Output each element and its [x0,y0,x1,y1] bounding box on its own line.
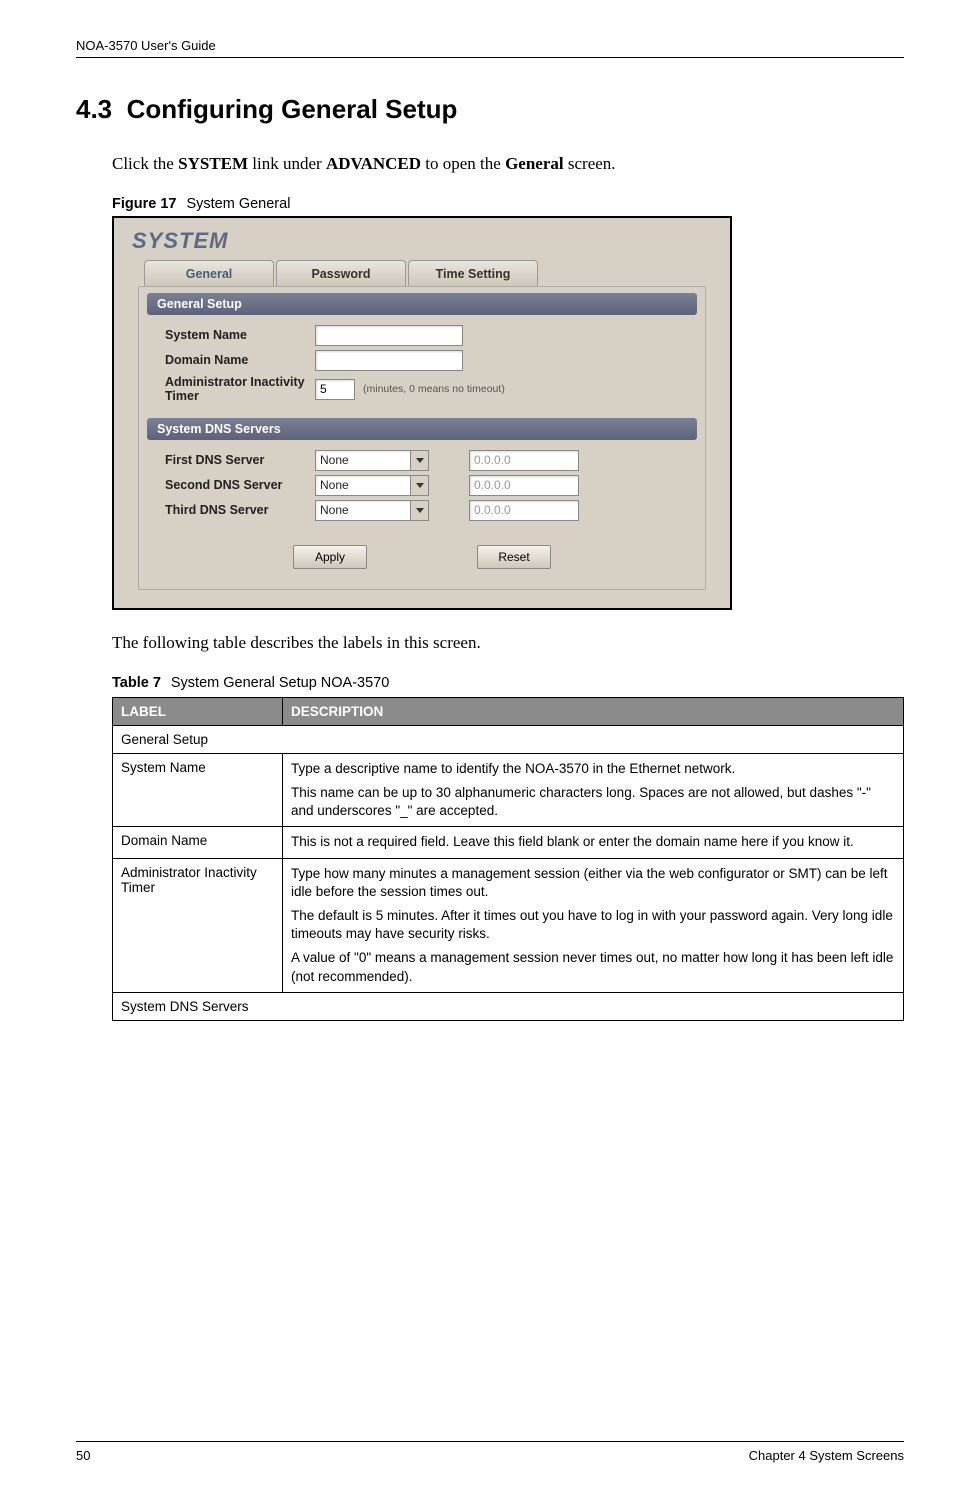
label-system-name: System Name [165,328,315,342]
reset-button[interactable]: Reset [477,545,551,569]
cell-label: Domain Name [113,827,283,858]
desc-text: This is not a required field. Leave this… [291,833,895,851]
second-dns-ip-input[interactable] [469,475,579,496]
label-domain-name: Domain Name [165,353,315,367]
intro-paragraph: Click the SYSTEM link under ADVANCED to … [112,153,904,176]
system-link-text: SYSTEM [178,154,248,173]
intro-text: screen. [564,154,616,173]
tab-time-setting[interactable]: Time Setting [408,260,538,286]
inactivity-timer-input[interactable] [315,379,355,400]
th-description: DESCRIPTION [283,697,904,725]
section-dns-servers: System DNS Servers [147,418,697,440]
section-general-setup: General Setup [147,293,697,315]
domain-name-input[interactable] [315,350,463,371]
inactivity-hint: (minutes, 0 means no timeout) [363,383,505,395]
third-dns-value: None [316,503,410,517]
table-label: Table 7 [112,675,161,691]
tab-content: General Setup System Name Domain Name Ad… [138,286,706,590]
th-label: LABEL [113,697,283,725]
table-row: Domain Name This is not a required field… [113,827,904,858]
chapter-title: Chapter 4 System Screens [749,1448,904,1463]
cell-desc: This is not a required field. Leave this… [283,827,904,858]
intro-text: link under [248,154,326,173]
desc-text: This name can be up to 30 alphanumeric c… [291,784,895,820]
intro-text: Click the [112,154,178,173]
desc-text: A value of "0" means a management sessio… [291,949,895,985]
table-title: System General Setup NOA-3570 [171,675,389,691]
table-caption: Table 7 System General Setup NOA-3570 [112,675,904,691]
table-row: Administrator Inactivity Timer Type how … [113,858,904,992]
page-number: 50 [76,1448,90,1463]
cell-desc: Type how many minutes a management sessi… [283,858,904,992]
chevron-down-icon [410,501,428,520]
general-text: General [505,154,564,173]
second-dns-value: None [316,478,410,492]
section-title: Configuring General Setup [127,94,458,124]
third-dns-select[interactable]: None [315,500,429,521]
tab-password[interactable]: Password [276,260,406,286]
chevron-down-icon [410,476,428,495]
label-third-dns: Third DNS Server [165,503,315,517]
table-intro-paragraph: The following table describes the labels… [112,632,904,655]
cell-label: System Name [113,753,283,827]
figure-label: Figure 17 [112,196,176,212]
cell-desc: Type a descriptive name to identify the … [283,753,904,827]
third-dns-ip-input[interactable] [469,500,579,521]
label-inactivity-timer: Administrator Inactivity Timer [165,375,315,404]
first-dns-value: None [316,453,410,467]
desc-text: Type how many minutes a management sessi… [291,865,895,901]
intro-text: to open the [421,154,505,173]
page-header: NOA-3570 User's Guide [76,38,904,58]
first-dns-ip-input[interactable] [469,450,579,471]
second-dns-select[interactable]: None [315,475,429,496]
desc-text: The default is 5 minutes. After it times… [291,907,895,943]
label-first-dns: First DNS Server [165,453,315,467]
section-heading: 4.3 Configuring General Setup [76,94,904,125]
system-name-input[interactable] [315,325,463,346]
desc-text: Type a descriptive name to identify the … [291,760,895,778]
row-general-setup: General Setup [113,725,904,753]
tab-general[interactable]: General [144,260,274,286]
page-footer: 50 Chapter 4 System Screens [76,1441,904,1463]
screenshot-system-general: SYSTEM General Password Time Setting Gen… [112,216,732,610]
row-dns-servers: System DNS Servers [113,992,904,1020]
cell-label: Administrator Inactivity Timer [113,858,283,992]
advanced-text: ADVANCED [326,154,421,173]
table-row: System Name Type a descriptive name to i… [113,753,904,827]
label-second-dns: Second DNS Server [165,478,315,492]
first-dns-select[interactable]: None [315,450,429,471]
screenshot-heading: SYSTEM [114,218,730,260]
figure-title: System General [186,196,290,212]
section-number: 4.3 [76,94,112,124]
apply-button[interactable]: Apply [293,545,367,569]
figure-caption: Figure 17 System General [112,196,904,212]
tab-strip: General Password Time Setting [144,260,706,286]
description-table: LABEL DESCRIPTION General Setup System N… [112,697,904,1021]
chevron-down-icon [410,451,428,470]
